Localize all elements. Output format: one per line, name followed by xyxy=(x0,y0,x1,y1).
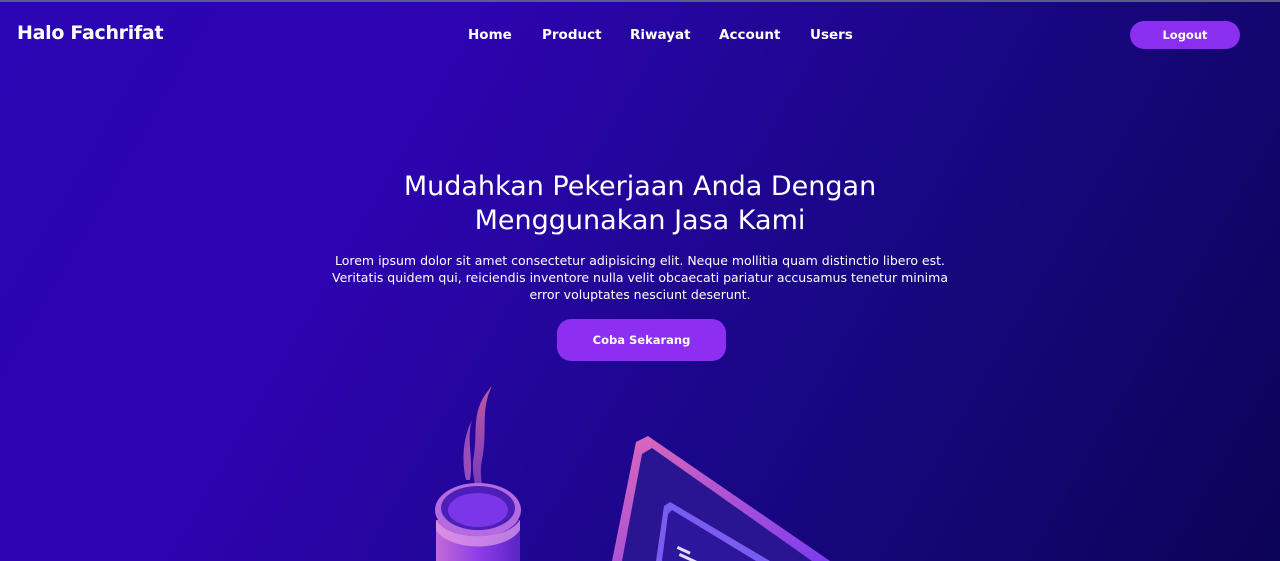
laptop-icon xyxy=(612,436,830,561)
nav-link-home[interactable]: Home xyxy=(468,27,512,43)
nav-link-product[interactable]: Product xyxy=(542,27,602,43)
hero-description: Lorem ipsum dolor sit amet consectetur a… xyxy=(332,253,948,302)
navbar: Halo Fachrifat Home Product Riwayat Acco… xyxy=(0,2,1280,68)
hero-title: Mudahkan Pekerjaan Anda Dengan Menggunak… xyxy=(403,171,877,236)
nav-link-users[interactable]: Users xyxy=(810,27,853,43)
logout-button[interactable]: Logout xyxy=(1130,21,1240,49)
hero-section: Mudahkan Pekerjaan Anda Dengan Menggunak… xyxy=(0,170,1280,303)
coffee-cup-icon xyxy=(435,483,521,561)
nav-link-account[interactable]: Account xyxy=(719,27,780,43)
brand-title: Halo Fachrifat xyxy=(17,22,164,44)
nav-link-riwayat[interactable]: Riwayat xyxy=(630,27,691,43)
try-now-button[interactable]: Coba Sekarang xyxy=(557,319,726,361)
hero-illustration xyxy=(435,386,830,561)
